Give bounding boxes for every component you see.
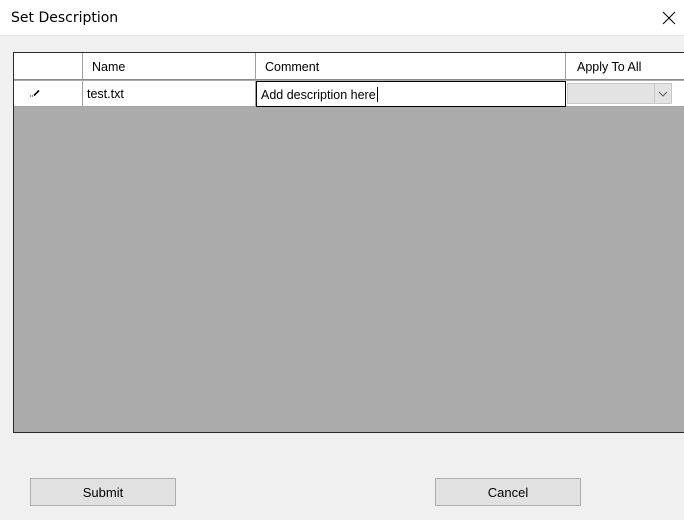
- name-cell-value: test.txt: [87, 87, 124, 101]
- close-button[interactable]: [654, 0, 684, 36]
- title-bar: Set Description: [0, 0, 684, 36]
- dropdown-arrow[interactable]: [654, 84, 671, 103]
- comment-cell-value: Add description here: [261, 87, 378, 102]
- name-cell[interactable]: test.txt: [83, 81, 256, 107]
- cancel-button-label: Cancel: [487, 484, 529, 500]
- cancel-button[interactable]: Cancel: [435, 478, 581, 506]
- row-header-cell[interactable]: [14, 81, 83, 107]
- comment-column-header[interactable]: Comment: [256, 53, 566, 80]
- grid-header-row: Name Comment Apply To All: [14, 53, 684, 80]
- pencil-icon: [30, 89, 40, 97]
- name-column-label: Name: [92, 60, 126, 74]
- name-column-header[interactable]: Name: [83, 53, 256, 80]
- dialog-title: Set Description: [11, 10, 119, 26]
- close-icon: [662, 11, 676, 25]
- comment-cell-editor[interactable]: Add description here: [256, 81, 566, 107]
- text-caret: [376, 87, 378, 102]
- submit-button[interactable]: Submit: [30, 478, 176, 506]
- apply-to-all-dropdown[interactable]: [567, 83, 672, 104]
- table-row[interactable]: test.txt Add description here: [14, 81, 684, 107]
- set-description-dialog: Set Description Name Comment Apply To Al…: [0, 0, 684, 520]
- submit-button-label: Submit: [82, 484, 124, 500]
- comment-column-label: Comment: [265, 60, 320, 74]
- description-grid[interactable]: Name Comment Apply To All test.txt Add d…: [13, 52, 684, 433]
- chevron-down-icon: [658, 91, 668, 97]
- apply-to-all-column-label: Apply To All: [577, 60, 642, 74]
- apply-to-all-column-header[interactable]: Apply To All: [566, 53, 684, 80]
- apply-to-all-cell: [566, 81, 684, 107]
- row-header-column-header[interactable]: [14, 53, 83, 80]
